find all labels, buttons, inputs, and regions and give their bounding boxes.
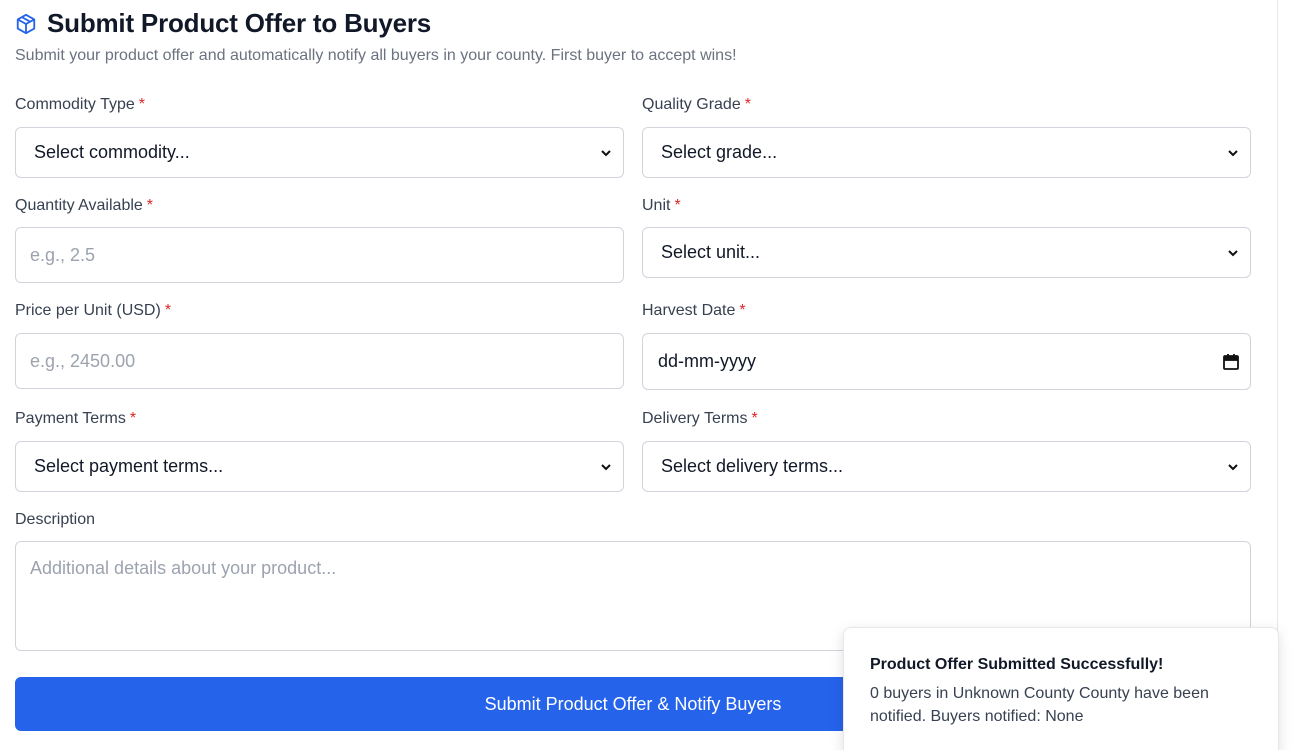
harvest-date-label: Harvest Date: [642, 302, 736, 319]
success-toast[interactable]: Product Offer Submitted Successfully! 0 …: [843, 627, 1279, 750]
price-field: Price per Unit (USD) * e.g., 2450.00: [15, 301, 624, 389]
unit-select-value: Select unit...: [661, 242, 761, 262]
commodity-select[interactable]: Select commodity...: [15, 127, 624, 178]
chevron-down-icon: [599, 460, 613, 474]
toast-message: 0 buyers in Unknown County County have b…: [870, 685, 1209, 725]
package-icon: [15, 13, 37, 35]
quantity-placeholder: e.g., 2.5: [30, 244, 96, 265]
submit-offer-label: Submit Product Offer & Notify Buyers: [484, 693, 782, 714]
quantity-label: Quantity Available: [15, 197, 143, 214]
calendar-icon[interactable]: [1222, 353, 1240, 371]
required-marker: *: [744, 96, 751, 113]
grade-field: Quality Grade * Select grade...: [642, 95, 1251, 178]
payment-terms-field: Payment Terms * Select payment terms...: [15, 409, 624, 492]
toast-title: Product Offer Submitted Successfully!: [870, 656, 1164, 673]
chevron-down-icon: [1226, 246, 1240, 260]
price-label: Price per Unit (USD): [15, 302, 161, 319]
delivery-terms-label: Delivery Terms: [642, 410, 748, 427]
unit-label: Unit: [642, 197, 671, 214]
harvest-date-value: dd-mm-yyyy: [658, 351, 756, 371]
commodity-field: Commodity Type * Select commodity...: [15, 95, 624, 178]
harvest-date-field: Harvest Date * dd-mm-yyyy: [642, 301, 1251, 390]
required-marker: *: [164, 302, 172, 319]
commodity-select-value: Select commodity...: [34, 142, 190, 162]
price-input[interactable]: e.g., 2450.00: [15, 333, 624, 389]
page-subtitle: Submit your product offer and automatica…: [15, 47, 737, 64]
commodity-label: Commodity Type: [15, 96, 135, 113]
payment-terms-select[interactable]: Select payment terms...: [15, 441, 624, 492]
quantity-input[interactable]: e.g., 2.5: [15, 227, 624, 283]
unit-field: Unit * Select unit...: [642, 196, 1251, 278]
price-placeholder: e.g., 2450.00: [30, 350, 136, 371]
payment-terms-label: Payment Terms: [15, 410, 126, 427]
delivery-terms-select[interactable]: Select delivery terms...: [642, 441, 1251, 492]
payment-terms-value: Select payment terms...: [34, 456, 224, 476]
required-marker: *: [146, 197, 154, 214]
harvest-date-input[interactable]: dd-mm-yyyy: [642, 333, 1251, 390]
grade-select[interactable]: Select grade...: [642, 127, 1251, 178]
required-marker: *: [138, 96, 145, 113]
description-placeholder: Additional details about your product...: [30, 558, 337, 578]
delivery-terms-field: Delivery Terms * Select delivery terms...: [642, 409, 1251, 492]
required-marker: *: [674, 197, 681, 214]
page-header: Submit Product Offer to Buyers: [15, 8, 431, 39]
unit-select[interactable]: Select unit...: [642, 227, 1251, 278]
chevron-down-icon: [1226, 146, 1240, 160]
grade-select-value: Select grade...: [661, 142, 778, 162]
required-marker: *: [129, 410, 137, 427]
grade-label: Quality Grade: [642, 96, 741, 113]
delivery-terms-value: Select delivery terms...: [661, 456, 844, 476]
chevron-down-icon: [1226, 460, 1240, 474]
page-title: Submit Product Offer to Buyers: [47, 8, 432, 38]
quantity-field: Quantity Available * e.g., 2.5: [15, 196, 624, 283]
description-label: Description: [15, 511, 96, 528]
required-marker: *: [739, 302, 746, 319]
required-marker: *: [751, 410, 758, 427]
chevron-down-icon: [599, 146, 613, 160]
